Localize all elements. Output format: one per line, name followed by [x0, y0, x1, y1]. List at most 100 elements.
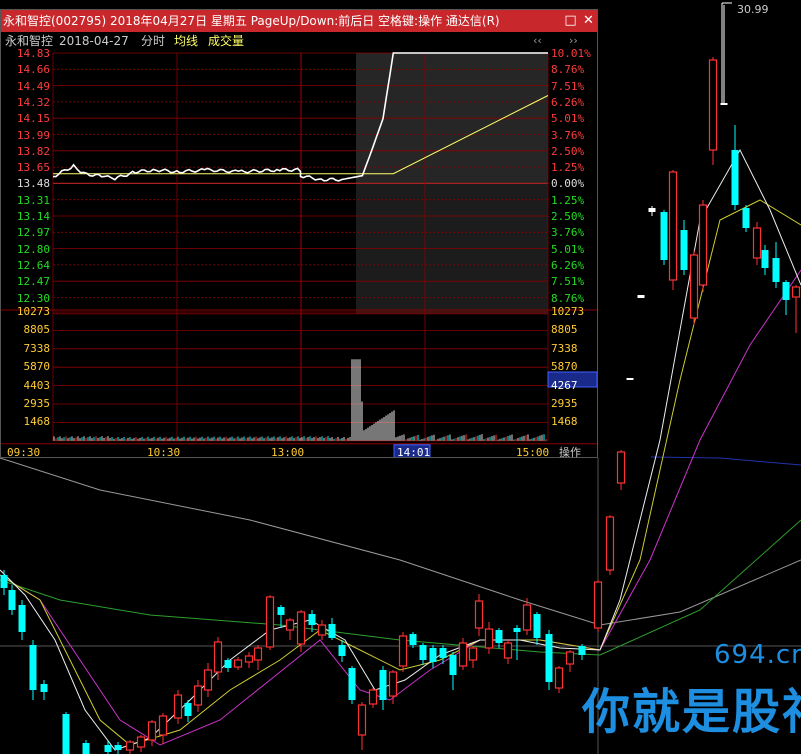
kline-candle: [545, 634, 553, 682]
kline-candle: [782, 282, 790, 300]
kline-candle: [429, 648, 437, 662]
kline-candle: [752, 227, 762, 259]
volume-axis-label: 8805: [23, 323, 51, 337]
kline-candle: [449, 655, 457, 675]
kline-candle: [708, 59, 718, 151]
kline-candle: [439, 648, 447, 658]
ma-green-line: [0, 519, 801, 656]
volume-current-value: 4267: [551, 378, 578, 392]
percent-axis-label: 2.50%: [551, 144, 585, 158]
price-axis-label: 13.31: [16, 193, 50, 207]
percent-axis-label: 1.25%: [551, 161, 585, 175]
kline-candle: [368, 689, 378, 705]
volume-axis-label: 10273: [16, 305, 50, 318]
kline-candle: [522, 604, 532, 631]
kline-candle: [495, 630, 503, 643]
kline-candle: [82, 743, 90, 754]
volume-axis-label: 5870: [551, 360, 578, 374]
volume-axis-label: 8805: [551, 323, 578, 337]
intraday-chart[interactable]: [1, 10, 597, 457]
kline-high-label: 30.99: [737, 3, 769, 16]
volume-axis-label: 2935: [23, 397, 51, 410]
kline-candle: [731, 150, 739, 205]
time-axis-label: 13:00: [271, 445, 305, 459]
percent-axis-label: 8.76%: [551, 291, 585, 305]
kline-candle: [328, 624, 336, 638]
operation-label: 操作: [559, 445, 581, 459]
percent-axis-label: 6.26%: [551, 258, 585, 272]
price-axis-label: 14.66: [16, 63, 50, 77]
kline-candle: [398, 635, 408, 667]
kline-candle: [147, 721, 157, 741]
price-axis-label: 12.47: [16, 275, 50, 289]
kline-candle: [277, 607, 285, 615]
kline-candle: [114, 745, 122, 750]
kline-candle: [244, 655, 254, 663]
kline-candle: [40, 684, 48, 692]
kline-candle: [317, 624, 327, 636]
volume-axis-label: 1468: [551, 415, 578, 429]
kline-candle: [8, 590, 16, 610]
kline-candle: [791, 286, 801, 298]
price-axis-label: 12.30: [16, 291, 50, 305]
kline-candle: [533, 614, 541, 638]
kline-candle: [193, 685, 203, 706]
price-axis-label: 13.14: [16, 210, 50, 223]
kline-candle: [593, 581, 603, 629]
kline-candle: [203, 669, 213, 691]
price-axis-label: 14.49: [16, 79, 50, 93]
intraday-popup-window[interactable]: 永和智控(002795) 2018年04月27日 星期五 PageUp/Down…: [0, 9, 598, 459]
time-axis-label: 09:30: [7, 445, 41, 459]
kline-candle: [409, 634, 417, 645]
kline-candle: [224, 660, 232, 668]
kline-candle: [484, 628, 494, 649]
percent-axis-label: 1.25%: [551, 193, 585, 207]
kline-candle: [173, 694, 183, 719]
kline-candle: [348, 668, 356, 700]
kline-candle: [265, 596, 275, 648]
kline-candle: [554, 667, 564, 689]
kline-candle: [772, 258, 780, 282]
percent-axis-label: 2.50%: [551, 210, 585, 223]
kline-candle: [513, 628, 521, 632]
kline-candle: [698, 204, 708, 286]
kline-candle: [458, 642, 468, 667]
kline-candle: [62, 714, 70, 754]
kline-candle: [468, 647, 478, 661]
kline-candle: [680, 230, 688, 270]
price-axis-label: 12.64: [16, 258, 50, 272]
kline-candle: [253, 647, 263, 661]
percent-axis-label: 8.76%: [551, 63, 585, 77]
time-cursor-label: 14:01: [397, 445, 431, 459]
watermark-domain: 694.cn: [714, 640, 801, 670]
kline-candle: [761, 250, 769, 268]
kline-candle: [605, 516, 615, 571]
percent-axis-label: 7.51%: [551, 79, 585, 93]
kline-candle: [29, 645, 37, 690]
volume-axis-label: 1468: [23, 415, 51, 429]
kline-candle: [648, 208, 656, 212]
kline-candle: [660, 212, 668, 260]
volume-axis-label: 4403: [23, 378, 51, 392]
kline-candle: [419, 645, 427, 660]
watermark-slogan: 你就是股神: [582, 684, 801, 740]
percent-axis-label: 10.01%: [551, 47, 591, 60]
kline-candle: [720, 103, 728, 105]
price-axis-label: 13.65: [16, 161, 50, 175]
percent-axis-label: 0.00%: [551, 177, 585, 191]
kline-candle: [503, 642, 513, 659]
volume-axis-label: 2935: [551, 397, 578, 410]
price-axis-label: 12.80: [16, 242, 50, 256]
kline-candle: [125, 741, 135, 751]
volume-axis-label: 5870: [23, 360, 51, 374]
kline-candle: [213, 641, 223, 673]
kline-candle: [136, 736, 146, 748]
percent-axis-label: 5.01%: [551, 112, 585, 126]
percent-axis-label: 7.51%: [551, 275, 585, 289]
price-axis-label: 12.97: [16, 226, 50, 240]
kline-candle: [668, 171, 678, 281]
ma-long-line: [0, 457, 801, 626]
price-axis-label: 14.83: [16, 47, 50, 60]
volume-axis-label: 10273: [551, 305, 585, 318]
kline-candle: [338, 645, 346, 656]
